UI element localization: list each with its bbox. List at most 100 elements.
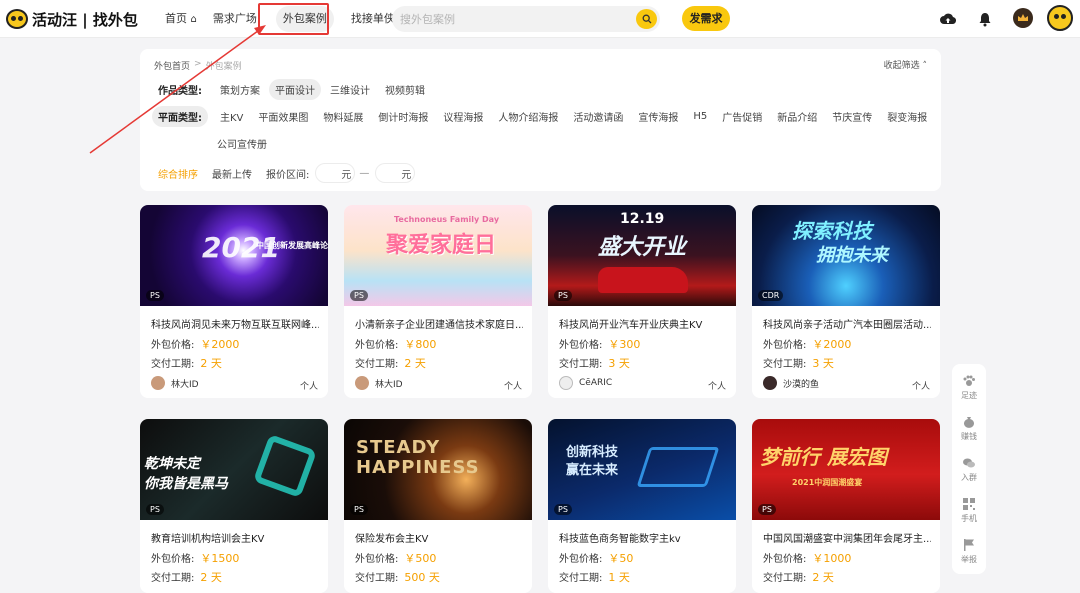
price-range-dash: — (359, 167, 370, 179)
price-label: 外包价格: (355, 554, 399, 565)
subtype-option[interactable]: 平面效果图 (252, 106, 314, 127)
period-value: 2 天 (404, 357, 426, 370)
author[interactable]: 林大ID (355, 376, 403, 390)
qr-code-icon (963, 498, 975, 510)
site-logo[interactable]: 活动汪 | 找外包 (6, 7, 138, 31)
sort-row: 综合排序 最新上传 报价区间: 元 — 元 (158, 163, 425, 183)
thumbnail-text: 盛大开业 (598, 235, 687, 260)
case-card[interactable]: 创新科技 赢在未来 PS 科技蓝色商务智能数字主kv 外包价格: ￥50 交付工期… (548, 419, 736, 593)
cloud-upload-icon[interactable] (939, 10, 957, 28)
case-thumbnail[interactable]: 2021 中国创新发展高峰论 PS (140, 205, 328, 306)
subtype-option[interactable]: 裂变海报 (881, 106, 933, 127)
case-thumbnail[interactable]: STEADY HAPPINESS PS (344, 419, 532, 520)
post-demand-button[interactable]: 发需求 (682, 6, 730, 31)
case-card[interactable]: 12.19 盛大开业 PS 科技风尚开业汽车开业庆典主KV 外包价格: ￥300 … (548, 205, 736, 398)
case-title[interactable]: 保险发布会主KV (355, 530, 523, 545)
float-earn[interactable]: 赚钱 (952, 415, 986, 442)
software-badge: PS (350, 504, 368, 515)
float-report[interactable]: 举报 (952, 538, 986, 565)
case-card[interactable]: STEADY HAPPINESS PS 保险发布会主KV 外包价格: ￥500 交… (344, 419, 532, 593)
search-bar (392, 6, 660, 32)
search-input[interactable] (400, 6, 630, 32)
user-avatar[interactable] (1013, 8, 1033, 28)
price-value: ￥500 (404, 552, 437, 565)
breadcrumb: 外包首页 > 外包案例 (154, 59, 242, 72)
subtype-option[interactable]: 广告促销 (716, 106, 768, 127)
breadcrumb-home[interactable]: 外包首页 (154, 59, 190, 72)
case-title[interactable]: 教育培训机构培训会主KV (151, 530, 319, 545)
home-icon: ⌂ (190, 14, 197, 25)
category-option[interactable]: 三维设计 (324, 79, 376, 100)
case-thumbnail[interactable]: 梦前行 展宏图 2021中润国潮盛宴 PS (752, 419, 940, 520)
case-thumbnail[interactable]: 创新科技 赢在未来 PS (548, 419, 736, 520)
search-button[interactable] (636, 9, 657, 29)
float-join-group-label: 入群 (961, 473, 977, 482)
category-option-active[interactable]: 平面设计 (269, 79, 321, 100)
case-title[interactable]: 小清新亲子企业团建通信技术家庭日... (355, 316, 523, 331)
subtype-option[interactable]: 新品介绍 (771, 106, 823, 127)
sort-comprehensive[interactable]: 综合排序 (158, 166, 198, 181)
thumbnail-text: 乾坤未定 (144, 456, 200, 472)
float-footprint-label: 足迹 (961, 391, 977, 400)
float-join-group[interactable]: 入群 (952, 456, 986, 483)
case-card[interactable]: 2021 中国创新发展高峰论 PS 科技风尚洞见未来万物互联互联网峰... 外包… (140, 205, 328, 398)
period-label: 交付工期: (151, 359, 195, 370)
float-mobile[interactable]: 手机 (952, 497, 986, 524)
case-title[interactable]: 科技风尚洞见未来万物互联互联网峰... (151, 316, 319, 331)
subtype-option[interactable]: 公司宣传册 (211, 133, 273, 154)
author[interactable]: 沙漠的鱼 (763, 376, 819, 390)
case-thumbnail[interactable]: Technoneus Family Day 聚爱家庭日 PS (344, 205, 532, 306)
case-card[interactable]: 探索科技 拥抱未来 CDR 科技风尚亲子活动广汽本田圈层活动... 外包价格: ￥… (752, 205, 940, 398)
subtype-option[interactable]: 活动邀请函 (567, 106, 629, 127)
category-option[interactable]: 视频剪辑 (379, 79, 431, 100)
nav-demand-square[interactable]: 需求广场 (206, 6, 264, 32)
thumbnail-text: STEADY (356, 437, 441, 458)
author[interactable]: CēARIC (559, 376, 612, 390)
author-avatar (151, 376, 165, 390)
period-label: 交付工期: (763, 573, 807, 584)
subtype-option[interactable]: 宣传海报 (632, 106, 684, 127)
bell-icon[interactable] (976, 10, 994, 28)
case-title[interactable]: 中国风国潮盛宴中润集团年会尾牙主... (763, 530, 931, 545)
period-line: 交付工期: 500 天 (355, 569, 440, 585)
category-option[interactable]: 策划方案 (214, 79, 266, 100)
subtype-option[interactable]: 人物介绍海报 (492, 106, 564, 127)
period-label: 交付工期: (355, 573, 399, 584)
subtype-option[interactable]: 节庆宣传 (826, 106, 878, 127)
float-footprint[interactable]: 足迹 (952, 374, 986, 401)
price-max-unit: 元 (401, 169, 412, 181)
software-badge: PS (758, 504, 776, 515)
breadcrumb-current: 外包案例 (205, 62, 242, 72)
crown-icon (1018, 14, 1028, 21)
case-card[interactable]: 梦前行 展宏图 2021中润国潮盛宴 PS 中国风国潮盛宴中润集团年会尾牙主..… (752, 419, 940, 593)
thumbnail-subtext: 赢在未来 (566, 463, 619, 478)
author-name: 林大ID (171, 379, 199, 390)
case-card[interactable]: 乾坤未定 你我皆是黑马 PS 教育培训机构培训会主KV 外包价格: ￥1500 交… (140, 419, 328, 593)
case-thumbnail[interactable]: 乾坤未定 你我皆是黑马 PS (140, 419, 328, 520)
period-line: 交付工期: 3 天 (763, 355, 834, 371)
nav-home[interactable]: 首页 ⌂ (158, 6, 204, 32)
author-type: 个人 (911, 382, 930, 392)
subtype-option[interactable]: 倒计时海报 (372, 106, 434, 127)
case-thumbnail[interactable]: 12.19 盛大开业 PS (548, 205, 736, 306)
case-thumbnail[interactable]: 探索科技 拥抱未来 CDR (752, 205, 940, 306)
case-title[interactable]: 科技风尚亲子活动广汽本田圈层活动... (763, 316, 931, 331)
author[interactable]: 林大ID (151, 376, 199, 390)
thumbnail-text: 梦前行 展宏图 (760, 445, 887, 469)
subtype-option[interactable]: 议程海报 (437, 106, 489, 127)
price-line: 外包价格: ￥2000 (763, 336, 851, 352)
case-title[interactable]: 科技蓝色商务智能数字主kv (559, 530, 727, 545)
period-value: 2 天 (812, 571, 834, 584)
mascot-avatar[interactable] (1047, 5, 1073, 31)
thumbnail-shape (636, 447, 720, 487)
subtype-option[interactable]: 物料延展 (317, 106, 369, 127)
price-line: 外包价格: ￥2000 (151, 336, 239, 352)
subtype-option[interactable]: H5 (687, 108, 713, 125)
thumbnail-text: 探索科技 (792, 219, 872, 243)
case-card[interactable]: Technoneus Family Day 聚爱家庭日 PS 小清新亲子企业团建… (344, 205, 532, 398)
case-title[interactable]: 科技风尚开业汽车开业庆典主KV (559, 316, 727, 331)
period-line: 交付工期: 2 天 (151, 569, 222, 585)
subtype-option[interactable]: 主KV (214, 106, 249, 127)
collapse-filter-button[interactable]: 收起筛选 ˄ (884, 58, 927, 71)
sort-latest[interactable]: 最新上传 (212, 166, 252, 181)
